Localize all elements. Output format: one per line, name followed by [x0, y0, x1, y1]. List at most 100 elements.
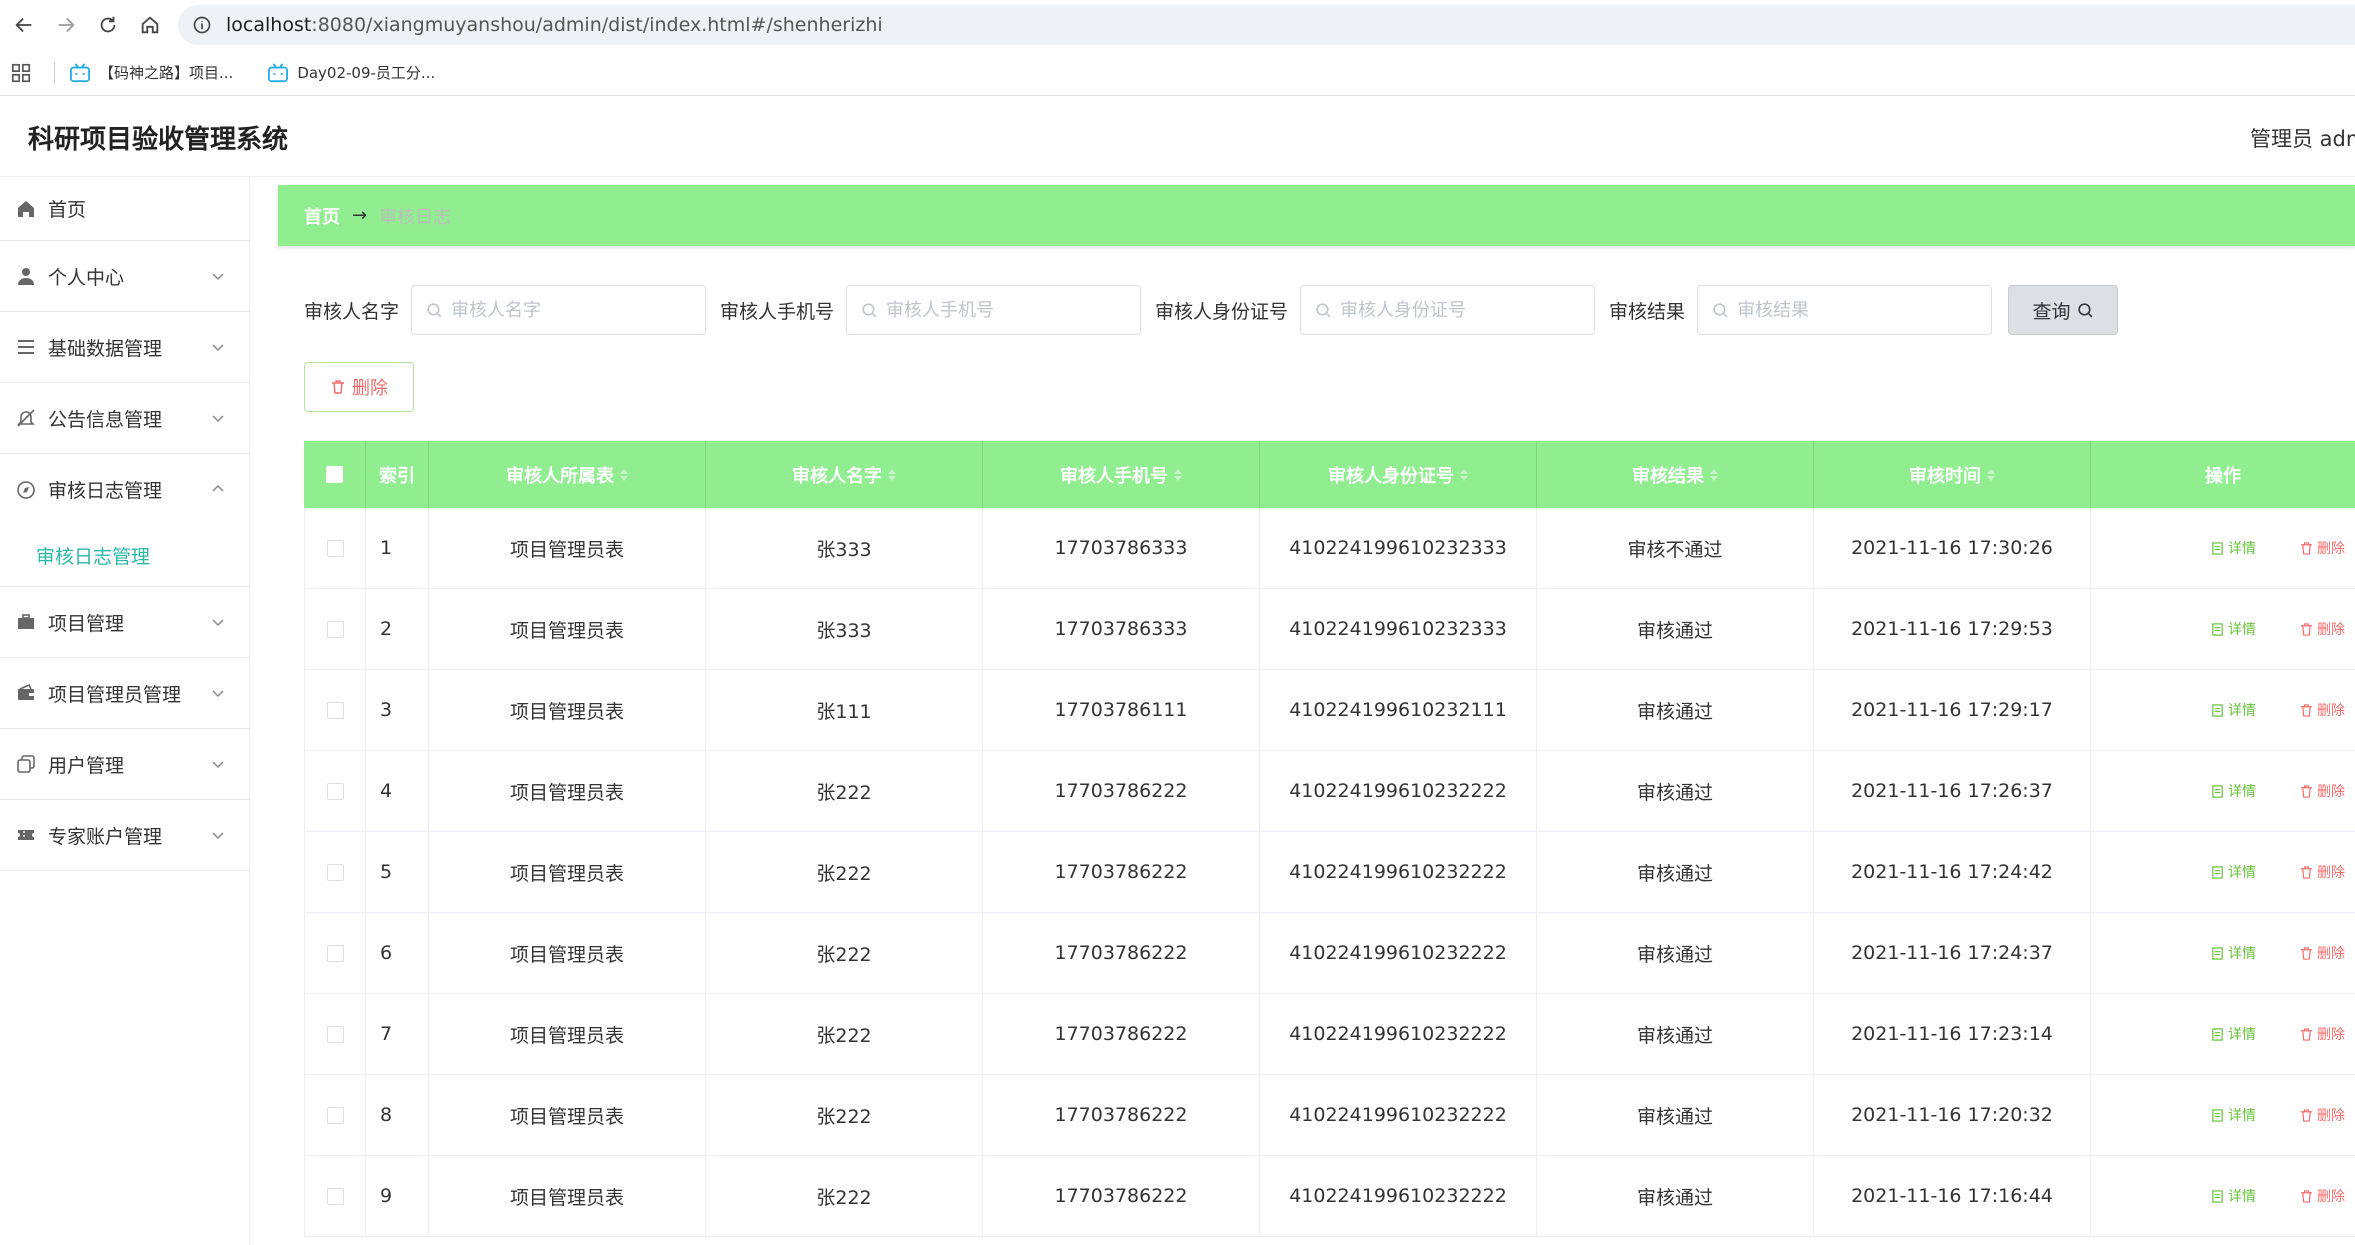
detail-button[interactable]: 详情 — [2211, 1186, 2256, 1206]
sidebar-item-projects[interactable]: 项目管理 — [0, 587, 249, 658]
row-checkbox[interactable] — [326, 1106, 344, 1124]
sort-icon[interactable] — [1987, 468, 1995, 481]
cell-table: 项目管理员表 — [429, 1156, 706, 1236]
bookmark-separator — [54, 61, 55, 84]
row-checkbox[interactable] — [326, 944, 344, 962]
cell-phone: 17703786222 — [983, 832, 1260, 912]
cell-index: 4 — [366, 751, 429, 831]
select-all-checkbox[interactable] — [326, 466, 343, 483]
row-checkbox[interactable] — [326, 782, 344, 800]
delete-button[interactable]: 删除 — [2300, 700, 2345, 720]
row-checkbox[interactable] — [326, 863, 344, 881]
forward-button[interactable] — [48, 7, 84, 43]
delete-button[interactable]: 删除 — [2300, 1024, 2345, 1044]
breadcrumb-home[interactable]: 首页 — [304, 203, 340, 229]
cell-actions: 详情 删除 — [2091, 832, 2355, 912]
row-checkbox[interactable] — [326, 620, 344, 638]
search-field-result[interactable] — [1697, 285, 1993, 335]
document-icon — [2212, 541, 2223, 555]
table-row: 8 项目管理员表 张222 17703786222 41022419961023… — [304, 1075, 2355, 1156]
sidebar-item-home[interactable]: 首页 — [0, 177, 249, 241]
sidebar-item-audit-log[interactable]: 审核日志管理 — [0, 454, 249, 525]
chevron-down-icon — [212, 690, 224, 698]
search-input-idcard[interactable] — [1340, 299, 1581, 321]
chevron-up-icon — [212, 484, 224, 492]
query-button[interactable]: 查询 — [2008, 285, 2119, 335]
sort-icon[interactable] — [888, 468, 896, 481]
row-checkbox[interactable] — [326, 701, 344, 719]
current-user[interactable]: 管理员 adm — [2250, 123, 2355, 153]
table-row: 4 项目管理员表 张222 17703786222 41022419961023… — [304, 751, 2355, 832]
row-checkbox[interactable] — [326, 1187, 344, 1205]
search-field-name[interactable] — [411, 285, 707, 335]
trash-icon — [2300, 784, 2313, 798]
search-input-name[interactable] — [451, 299, 692, 321]
breadcrumb-separator: → — [352, 205, 368, 226]
sidebar-item-experts[interactable]: 专家账户管理 — [0, 800, 249, 871]
search-input-result[interactable] — [1737, 299, 1978, 321]
cell-idcard: 410224199610232222 — [1260, 751, 1537, 831]
bilibili-icon — [268, 62, 289, 82]
delete-button[interactable]: 删除 — [2300, 1105, 2345, 1125]
row-checkbox[interactable] — [326, 539, 344, 557]
column-header[interactable]: 审核结果 — [1537, 441, 1814, 508]
batch-delete-label: 删除 — [352, 378, 388, 399]
delete-button[interactable]: 删除 — [2300, 538, 2345, 558]
detail-button[interactable]: 详情 — [2211, 538, 2256, 558]
info-icon[interactable] — [192, 15, 212, 35]
sidebar-item-basic-data[interactable]: 基础数据管理 — [0, 312, 249, 383]
sort-icon[interactable] — [620, 468, 628, 481]
column-header[interactable]: 审核人名字 — [706, 441, 983, 508]
delete-button[interactable]: 删除 — [2300, 1186, 2345, 1206]
delete-button[interactable]: 删除 — [2300, 943, 2345, 963]
sidebar-subitem-audit-log[interactable]: 审核日志管理 — [0, 525, 249, 587]
row-checkbox[interactable] — [326, 1025, 344, 1043]
column-header[interactable]: 审核人所属表 — [429, 441, 706, 508]
chevron-down-icon — [212, 273, 224, 281]
sort-icon[interactable] — [1710, 468, 1718, 481]
cell-phone: 17703786333 — [983, 508, 1260, 588]
sidebar-item-label: 基础数据管理 — [48, 337, 163, 360]
cell-idcard: 410224199610232333 — [1260, 508, 1537, 588]
sort-icon[interactable] — [1460, 468, 1468, 481]
sort-icon[interactable] — [1174, 468, 1182, 481]
trash-icon — [2300, 946, 2313, 960]
detail-button[interactable]: 详情 — [2211, 862, 2256, 882]
detail-button[interactable]: 详情 — [2211, 1024, 2256, 1044]
delete-button[interactable]: 删除 — [2300, 862, 2345, 882]
detail-button[interactable]: 详情 — [2211, 943, 2256, 963]
bookmark-item[interactable]: Day02-09-员工分... — [267, 62, 435, 83]
home-button[interactable] — [132, 7, 168, 43]
column-header: 操作 — [2205, 465, 2241, 487]
search-field-idcard[interactable] — [1300, 285, 1596, 335]
reload-button[interactable] — [90, 7, 126, 43]
search-icon — [1713, 302, 1728, 317]
sidebar-item-announcements[interactable]: 公告信息管理 — [0, 383, 249, 454]
column-header[interactable]: 审核人身份证号 — [1260, 441, 1537, 508]
table-row: 9 项目管理员表 张222 17703786222 41022419961023… — [304, 1156, 2355, 1237]
cell-name: 张222 — [706, 832, 983, 912]
apps-grid-icon[interactable] — [10, 62, 32, 84]
cell-index: 7 — [366, 994, 429, 1074]
sidebar-item-profile[interactable]: 个人中心 — [0, 241, 249, 312]
detail-button[interactable]: 详情 — [2211, 1105, 2256, 1125]
column-header[interactable]: 审核人手机号 — [983, 441, 1260, 508]
detail-button[interactable]: 详情 — [2211, 700, 2256, 720]
cell-result: 审核通过 — [1537, 751, 1814, 831]
detail-button[interactable]: 详情 — [2211, 619, 2256, 639]
search-field-phone[interactable] — [846, 285, 1142, 335]
batch-delete-button[interactable]: 删除 — [304, 362, 414, 412]
bookmark-item[interactable]: 【码神之路】项目... — [69, 62, 233, 83]
sidebar-item-project-admins[interactable]: 项目管理员管理 — [0, 658, 249, 729]
cell-idcard: 410224199610232222 — [1260, 1075, 1537, 1155]
detail-button[interactable]: 详情 — [2211, 781, 2256, 801]
delete-button[interactable]: 删除 — [2300, 619, 2345, 639]
address-bar[interactable]: localhost:8080/xiangmuyanshou/admin/dist… — [178, 5, 2355, 45]
cell-actions: 详情 删除 — [2091, 751, 2355, 831]
sidebar-item-users[interactable]: 用户管理 — [0, 729, 249, 800]
delete-button[interactable]: 删除 — [2300, 781, 2345, 801]
column-header[interactable]: 审核时间 — [1814, 441, 2091, 508]
search-icon — [862, 302, 877, 317]
search-input-phone[interactable] — [886, 299, 1127, 321]
back-button[interactable] — [6, 7, 42, 43]
